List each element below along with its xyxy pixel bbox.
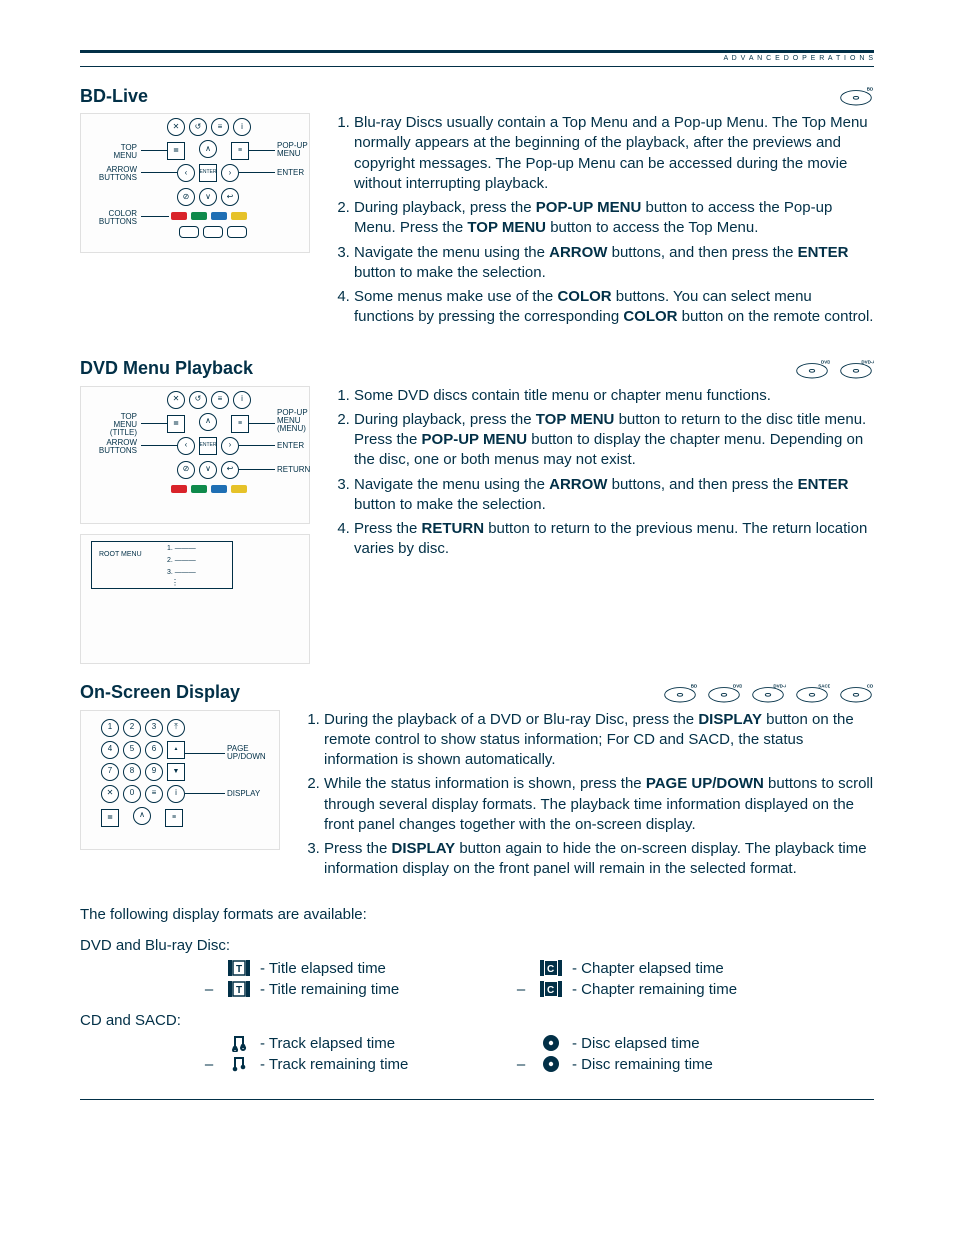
osd-title-text: On-Screen Display (80, 682, 240, 703)
lbl-color: COLOR BUTTONS (85, 210, 137, 226)
footer-rule (80, 1099, 874, 1100)
lbl-top-menu: TOP MENU (85, 144, 137, 160)
bd-item-1: Blu-ray Discs usually contain a Top Menu… (354, 113, 874, 194)
title-icon-2: T (228, 981, 250, 997)
disc-bd-icon: BD (838, 85, 874, 107)
lbl-enter: ENTER (277, 169, 304, 177)
svg-text:C: C (547, 964, 554, 975)
disc-bd2-icon: BD (662, 682, 698, 704)
fmt-chap-remaining: - Chapter remaining time (572, 981, 737, 998)
header-thin-rule (80, 66, 874, 67)
chapter-icon-2: C (540, 981, 562, 997)
section-title-dvd: DVD Menu Playback DVD DVD-A (80, 358, 874, 380)
disc-cd-icon: CD (838, 682, 874, 704)
disc-small-icon (540, 1035, 562, 1051)
osd-item-3: Press the DISPLAY button again to hide t… (324, 839, 874, 880)
lbl-enter-dvd: ENTER (277, 442, 304, 450)
disc-sacd-icon: SACD (794, 682, 830, 704)
section-title-bd: BD-Live BD (80, 85, 874, 107)
fmt-track-elapsed: - Track elapsed time (260, 1035, 395, 1052)
chapter-icon: C (540, 960, 562, 976)
lbl-page: PAGE UP/DOWN (227, 745, 266, 761)
note-icon (228, 1035, 250, 1051)
disc-dvda2-icon: DVD-A (750, 682, 786, 704)
osd-item-1: During the playback of a DVD or Blu-ray … (324, 710, 874, 771)
disc-dvda-icon: DVD-A (838, 358, 874, 380)
lbl-top-menu-title: TOP MENU (TITLE) (85, 413, 137, 437)
svg-text:DVD: DVD (733, 683, 742, 688)
bd-disc-icons: BD (838, 85, 874, 107)
section-bd: ✕ ↺ ≡ i ≣ ∧ ≡ ‹ ENTER › ⊘ ∨ ↩ (80, 113, 874, 340)
lbl-display: DISPLAY (227, 790, 260, 798)
section-osd: 123⤒ 456 ▲ 789 ▼ ✕0≡i ≣∧≡ PAGE UP/DOWN D… (80, 710, 874, 892)
svg-text:T: T (236, 985, 242, 996)
dvd-item-4: Press the RETURN button to return to the… (354, 519, 874, 560)
formats-dvd-head: DVD and Blu-ray Disc: (80, 937, 874, 954)
fmt-disc-remaining: - Disc remaining time (572, 1056, 713, 1073)
fmt-disc-elapsed: - Disc elapsed time (572, 1035, 700, 1052)
svg-text:DVD: DVD (821, 359, 830, 364)
svg-text:C: C (547, 985, 554, 996)
disc-dvd2-icon: DVD (706, 682, 742, 704)
dvd-item-3: Navigate the menu using the ARROW button… (354, 475, 874, 516)
svg-text:DVD-A: DVD-A (861, 359, 874, 364)
dvd-item-1: Some DVD discs contain title menu or cha… (354, 386, 874, 406)
svg-text:T: T (236, 964, 242, 975)
bd-title-text: BD-Live (80, 86, 148, 107)
lbl-return: RETURN (277, 466, 310, 474)
fmt-title-elapsed: - Title elapsed time (260, 960, 386, 977)
lbl-popup: POP-UP MENU (277, 142, 308, 158)
fmt-track-remaining: - Track remaining time (260, 1056, 408, 1073)
bd-item-4: Some menus make use of the COLOR buttons… (354, 287, 874, 328)
bd-list: Blu-ray Discs usually contain a Top Menu… (330, 113, 874, 332)
formats-cd-head: CD and SACD: (80, 1012, 874, 1029)
svg-text:CD: CD (867, 683, 874, 688)
lbl-arrow: ARROW BUTTONS (85, 166, 137, 182)
remote-diagram-osd: 123⤒ 456 ▲ 789 ▼ ✕0≡i ≣∧≡ PAGE UP/DOWN D… (80, 710, 280, 850)
disc-small-icon-2 (540, 1056, 562, 1072)
bd-item-2: During playback, press the POP-UP MENU b… (354, 198, 874, 239)
fmt-dvd-row2: – T - Title remaining time – C - Chapter… (200, 981, 874, 998)
formats-intro: The following display formats are availa… (80, 906, 874, 923)
osd-disc-icons: BD DVD DVD-A SACD CD (662, 682, 874, 704)
lbl-arrow-dvd: ARROW BUTTONS (85, 439, 137, 455)
osd-list: During the playback of a DVD or Blu-ray … (300, 710, 874, 884)
fmt-title-remaining: - Title remaining time (260, 981, 399, 998)
fmt-cd-row2: – - Track remaining time – - Disc remain… (200, 1056, 874, 1073)
lbl-popup-menu: POP-UP MENU (MENU) (277, 409, 308, 433)
fmt-cd-row1: - Track elapsed time - Disc elapsed time (200, 1035, 874, 1052)
section-dvd: ✕ ↺ ≡ i ≣ ∧ ≡ ‹ ENTER › ⊘ ∨ ↩ TOP MENU (… (80, 386, 874, 664)
svg-text:DVD-A: DVD-A (773, 683, 786, 688)
dvd-item-2: During playback, press the TOP MENU butt… (354, 410, 874, 471)
dvd-disc-icons: DVD DVD-A (794, 358, 874, 380)
fmt-chap-elapsed: - Chapter elapsed time (572, 960, 724, 977)
disc-dvd-icon: DVD (794, 358, 830, 380)
title-icon: T (228, 960, 250, 976)
section-title-osd: On-Screen Display BD DVD DVD-A SACD CD (80, 682, 874, 704)
svg-text:BD: BD (867, 87, 874, 92)
fmt-dvd-row1: T - Title elapsed time C - Chapter elaps… (200, 960, 874, 977)
header-thick-rule (80, 50, 874, 53)
dvd-list: Some DVD discs contain title menu or cha… (330, 386, 874, 564)
remote-diagram-dvd: ✕ ↺ ≡ i ≣ ∧ ≡ ‹ ENTER › ⊘ ∨ ↩ TOP MENU (… (80, 386, 310, 664)
header-category: A D V A N C E D O P E R A T I O N S (80, 55, 874, 62)
remote-diagram-bd: ✕ ↺ ≡ i ≣ ∧ ≡ ‹ ENTER › ⊘ ∨ ↩ (80, 113, 310, 253)
svg-text:SACD: SACD (818, 683, 830, 688)
svg-text:BD: BD (691, 683, 698, 688)
osd-item-2: While the status information is shown, p… (324, 774, 874, 835)
bd-item-3: Navigate the menu using the ARROW button… (354, 243, 874, 284)
note-icon-2 (228, 1056, 250, 1072)
dvd-title-text: DVD Menu Playback (80, 358, 253, 379)
